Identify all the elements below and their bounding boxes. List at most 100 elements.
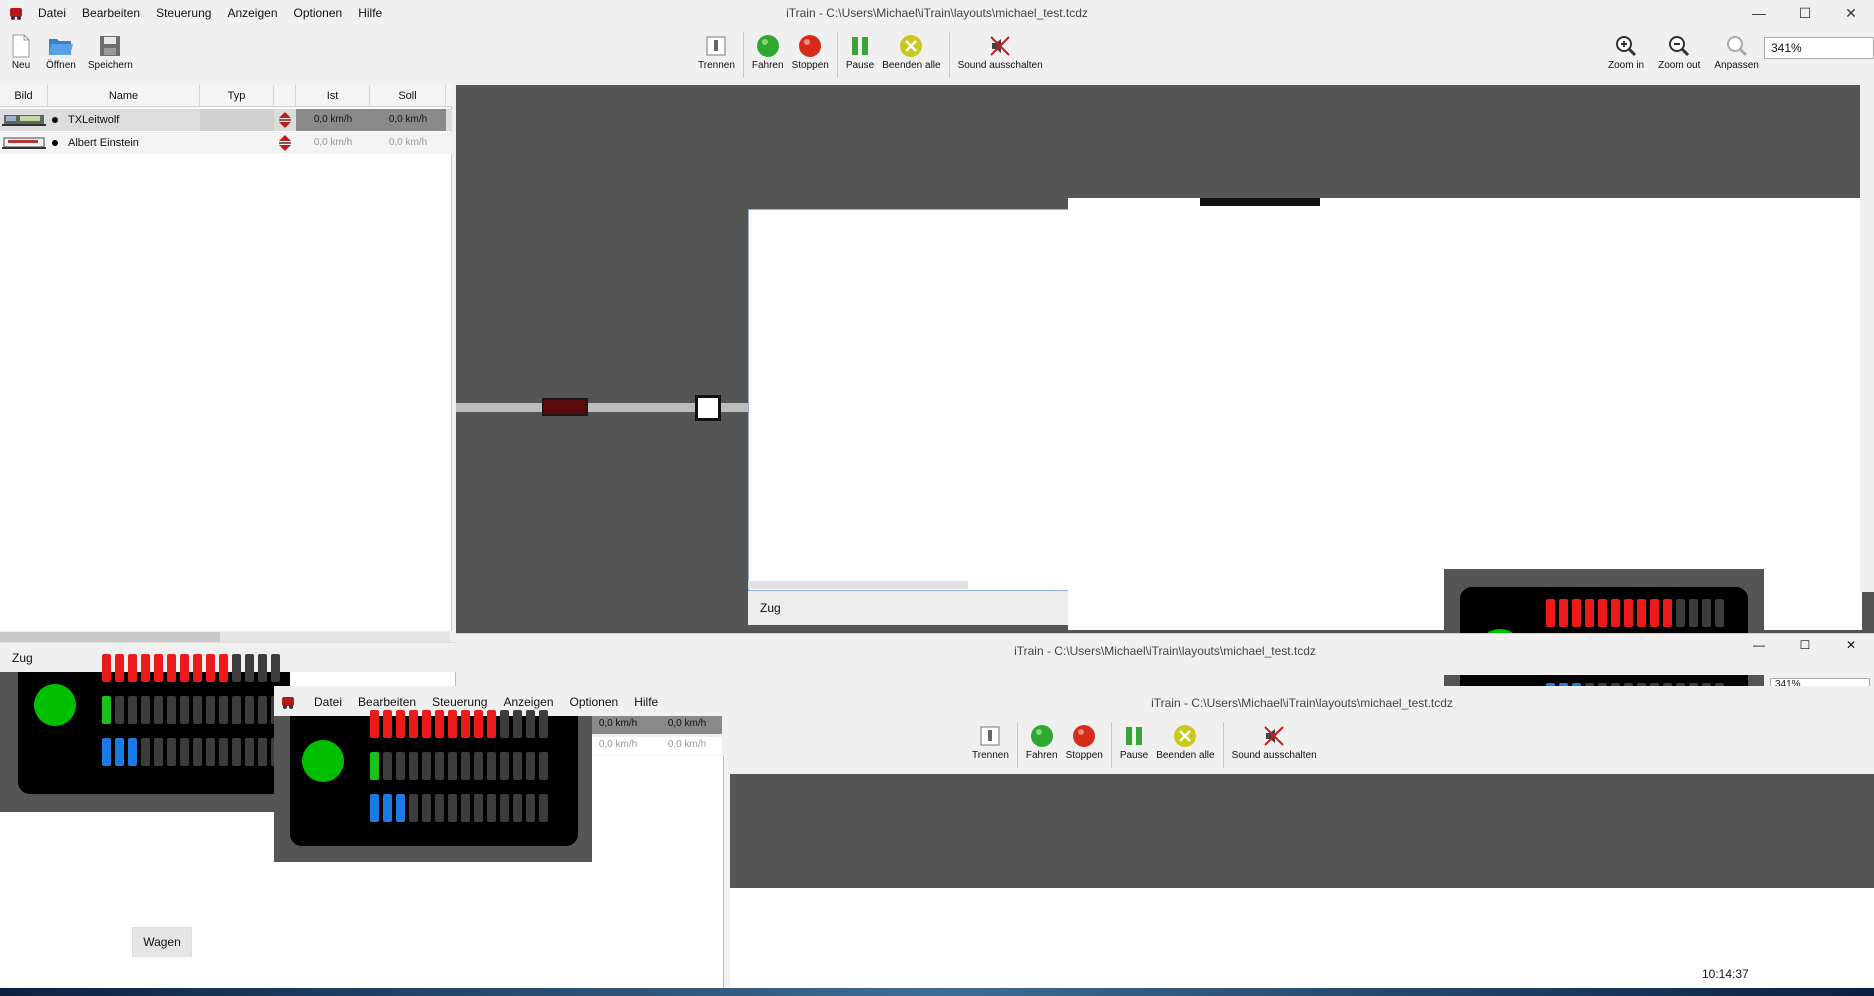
- loco-list-scrollbar[interactable]: [0, 632, 450, 642]
- speed-led: [180, 696, 189, 724]
- speed-led: [141, 654, 150, 682]
- block-occupied[interactable]: [542, 398, 588, 416]
- speed-led: [258, 738, 267, 766]
- close-button[interactable]: ✕: [1828, 0, 1874, 26]
- trennen-button[interactable]: Trennen: [698, 32, 735, 78]
- nested-sound-ausschalten-button[interactable]: Sound ausschalten: [1232, 722, 1317, 768]
- itrain-app-icon-small[interactable]: [280, 694, 296, 710]
- window-controls: — ☐ ✕: [1736, 0, 1874, 26]
- speed-led: [383, 752, 392, 780]
- speed-led: [526, 752, 535, 780]
- zug-tab-bar: Zug: [0, 642, 456, 672]
- tab-zug-overlay[interactable]: Zug: [760, 601, 781, 615]
- speed-led: [370, 794, 379, 822]
- speed-led: [422, 752, 431, 780]
- nested-menu-bearbeiten[interactable]: Bearbeiten: [350, 695, 424, 709]
- nested-menu-anzeigen[interactable]: Anzeigen: [495, 695, 561, 709]
- open-button[interactable]: Öffnen: [46, 32, 76, 71]
- nested-trennen-button[interactable]: Trennen: [972, 722, 1009, 768]
- speed-led: [232, 696, 241, 724]
- open-folder-icon: [48, 32, 74, 60]
- red-stop-icon: [797, 32, 823, 60]
- speed-led: [245, 696, 254, 724]
- stoppen-button[interactable]: Stoppen: [792, 32, 829, 78]
- signal-square[interactable]: [695, 395, 721, 421]
- ghost-maximize-button[interactable]: ☐: [1782, 638, 1828, 652]
- wagen-button[interactable]: Wagen: [132, 927, 192, 957]
- speed-led: [1689, 599, 1698, 627]
- speed-led: [539, 794, 548, 822]
- end-all-icon: [1172, 722, 1198, 750]
- speed-ist: 0,0 km/h: [296, 109, 370, 131]
- sound-ausschalten-button[interactable]: Sound ausschalten: [958, 32, 1043, 78]
- ghost-window-titlebar: iTrain - C:\Users\Michael\iTrain\layouts…: [456, 633, 1874, 694]
- col-soll[interactable]: Soll: [370, 85, 446, 107]
- minimize-button[interactable]: —: [1736, 0, 1782, 26]
- nested-stoppen-button[interactable]: Stoppen: [1066, 722, 1103, 768]
- speed-led: [180, 654, 189, 682]
- direction-arrows-icon[interactable]: [278, 109, 294, 131]
- ghost-close-button[interactable]: ✕: [1828, 638, 1874, 652]
- col-ist[interactable]: Ist: [296, 85, 370, 107]
- loco-name: TXLeitwolf: [68, 114, 120, 126]
- nested-menu-hilfe[interactable]: Hilfe: [626, 695, 666, 709]
- nested-speed-ist: 0,0 km/h: [598, 739, 638, 750]
- nested-beenden-alle-button[interactable]: Beenden alle: [1156, 722, 1215, 768]
- go-indicator-icon: [302, 740, 344, 782]
- speed-led: [115, 696, 124, 724]
- sound-off-icon: [987, 32, 1013, 60]
- speed-led: [154, 696, 163, 724]
- nested-menu-optionen[interactable]: Optionen: [562, 695, 627, 709]
- speed-led: [115, 654, 124, 682]
- beenden-alle-button[interactable]: Beenden alle: [882, 32, 941, 78]
- table-row[interactable]: TXLeitwolf 0,0 km/h 0,0 km/h: [0, 109, 452, 131]
- speed-led: [167, 696, 176, 724]
- col-bild[interactable]: Bild: [0, 85, 48, 107]
- throttle-widget-middle[interactable]: [274, 710, 592, 862]
- col-name[interactable]: Name: [48, 85, 200, 107]
- nested-menu-datei[interactable]: Datei: [306, 695, 350, 709]
- save-button[interactable]: Speichern: [88, 32, 133, 71]
- toolbar-separator: [742, 32, 744, 78]
- nested-row[interactable]: 0,0 km/h 0,0 km/h: [590, 737, 722, 755]
- speed-led: [526, 710, 535, 738]
- speed-led: [513, 752, 522, 780]
- pause-button[interactable]: Pause: [846, 32, 874, 78]
- throttle-widget-left[interactable]: [0, 654, 290, 812]
- zoom-select[interactable]: 341%: [1764, 37, 1874, 59]
- nested-menu-steuerung[interactable]: Steuerung: [424, 695, 495, 709]
- speed-led: [409, 752, 418, 780]
- table-row[interactable]: Albert Einstein 0,0 km/h 0,0 km/h: [0, 132, 452, 154]
- title-bar: Datei Bearbeiten Steuerung Anzeigen Opti…: [0, 0, 1874, 26]
- speed-led: [232, 738, 241, 766]
- speed-led: [448, 752, 457, 780]
- speed-led: [1715, 599, 1724, 627]
- speed-led: [370, 710, 379, 738]
- nested-track-canvas[interactable]: [730, 774, 1874, 888]
- col-typ[interactable]: Typ: [200, 85, 274, 107]
- ghost-minimize-button[interactable]: —: [1736, 638, 1782, 652]
- zoom-in-button[interactable]: Zoom in: [1608, 32, 1644, 71]
- anpassen-button[interactable]: Anpassen: [1714, 32, 1759, 71]
- tab-zug[interactable]: Zug: [12, 651, 33, 665]
- speed-led: [1572, 599, 1581, 627]
- fahren-button[interactable]: Fahren: [752, 32, 784, 78]
- nested-fahren-button[interactable]: Fahren: [1026, 722, 1058, 768]
- new-button[interactable]: Neu: [8, 32, 34, 71]
- direction-arrows-icon[interactable]: [278, 132, 294, 154]
- speed-led: [167, 738, 176, 766]
- speed-led: [422, 794, 431, 822]
- overlay-scrollbar[interactable]: [748, 581, 968, 589]
- loco-type: [200, 109, 274, 131]
- toolbar-separator: [1016, 722, 1018, 768]
- maximize-button[interactable]: ☐: [1782, 0, 1828, 26]
- zoom-out-button[interactable]: Zoom out: [1658, 32, 1700, 71]
- nested-selected-row[interactable]: 0,0 km/h 0,0 km/h: [590, 716, 722, 734]
- disconnect-icon: [977, 722, 1003, 750]
- right-edge-strip: [1860, 72, 1874, 592]
- scrollbar-thumb[interactable]: [0, 632, 220, 642]
- col-direction[interactable]: [274, 85, 296, 107]
- speed-led: [193, 654, 202, 682]
- speed-led: [167, 654, 176, 682]
- nested-pause-button[interactable]: Pause: [1120, 722, 1148, 768]
